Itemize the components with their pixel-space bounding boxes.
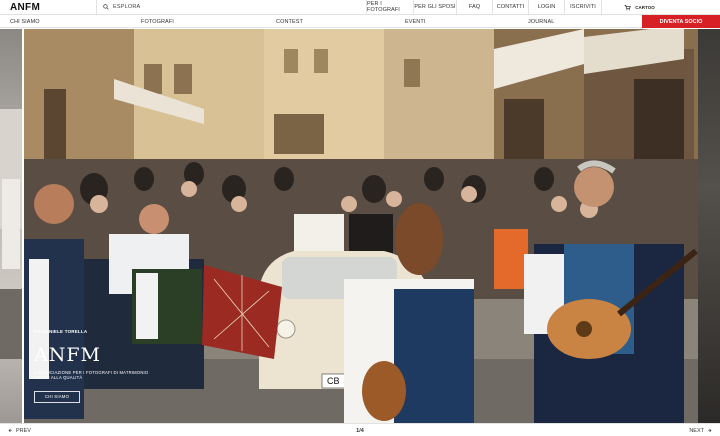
hero-carousel: CB PH DANIELE TORELLA ANFM L'ASSOCIAZION… — [0, 29, 720, 423]
hero-brand: ANFM — [34, 344, 101, 366]
diventa-socio-button[interactable]: DIVENTA SOCIO — [642, 15, 720, 28]
hero-image: CB PH DANIELE TORELLA ANFM L'ASSOCIAZION… — [24, 29, 698, 423]
nav-iscriviti[interactable]: ISCRIVITI — [564, 0, 601, 15]
cat-chi-siamo[interactable]: CHI SIAMO — [10, 15, 40, 28]
search-explore[interactable]: ESPLORA — [96, 0, 366, 15]
cat-journal[interactable]: JOURNAL — [528, 15, 554, 28]
carousel-footer: PREV 1/4 NEXT — [0, 423, 720, 436]
prev-label: PREV — [16, 427, 31, 434]
cat-contest[interactable]: CONTEST — [276, 15, 303, 28]
nav-per-i-fotografi[interactable]: PER I FOTOGRAFI — [366, 0, 413, 15]
category-bar: CHI SIAMO FOTOGRAFI CONTEST EVENTI JOURN… — [0, 15, 720, 28]
cat-fotografi[interactable]: FOTOGRAFI — [141, 15, 174, 28]
slide-counter: 1/4 — [356, 427, 364, 434]
car-plate: CB — [327, 376, 340, 386]
chi-siamo-button[interactable]: CHI SIAMO — [34, 390, 80, 403]
hero-overlay: PH DANIELE TORELLA ANFM L'ASSOCIAZIONE P… — [34, 329, 174, 403]
cat-eventi[interactable]: EVENTI — [405, 15, 425, 28]
top-bar: ANFM ESPLORA PER I FOTOGRAFI PER GLI SPO… — [0, 0, 720, 15]
cart-button[interactable]: CARTOO — [601, 0, 677, 15]
nav-login[interactable]: LOGIN — [528, 0, 564, 15]
arrow-left-icon — [8, 428, 12, 433]
arrow-right-icon — [708, 428, 712, 433]
search-label: ESPLORA — [113, 4, 141, 10]
photo-credit: PH DANIELE TORELLA — [34, 329, 88, 334]
next-button[interactable]: NEXT — [689, 424, 712, 436]
logo[interactable]: ANFM — [0, 2, 96, 13]
nav-per-gli-sposi[interactable]: PER GLI SPOSI — [413, 0, 456, 15]
next-slide-preview[interactable] — [698, 29, 720, 423]
prev-slide-preview[interactable] — [0, 29, 22, 423]
search-icon — [103, 4, 109, 10]
hero-tagline: L'ASSOCIAZIONE PER I FOTOGRAFI DI MATRIM… — [34, 370, 149, 381]
next-label: NEXT — [689, 427, 704, 434]
cart-icon — [624, 4, 632, 10]
cart-label: CARTOO — [635, 4, 655, 10]
top-nav: PER I FOTOGRAFI PER GLI SPOSI FAQ CONTAT… — [366, 0, 601, 15]
nav-contatti[interactable]: CONTATTI — [492, 0, 528, 15]
prev-button[interactable]: PREV — [8, 424, 31, 436]
nav-faq[interactable]: FAQ — [456, 0, 492, 15]
